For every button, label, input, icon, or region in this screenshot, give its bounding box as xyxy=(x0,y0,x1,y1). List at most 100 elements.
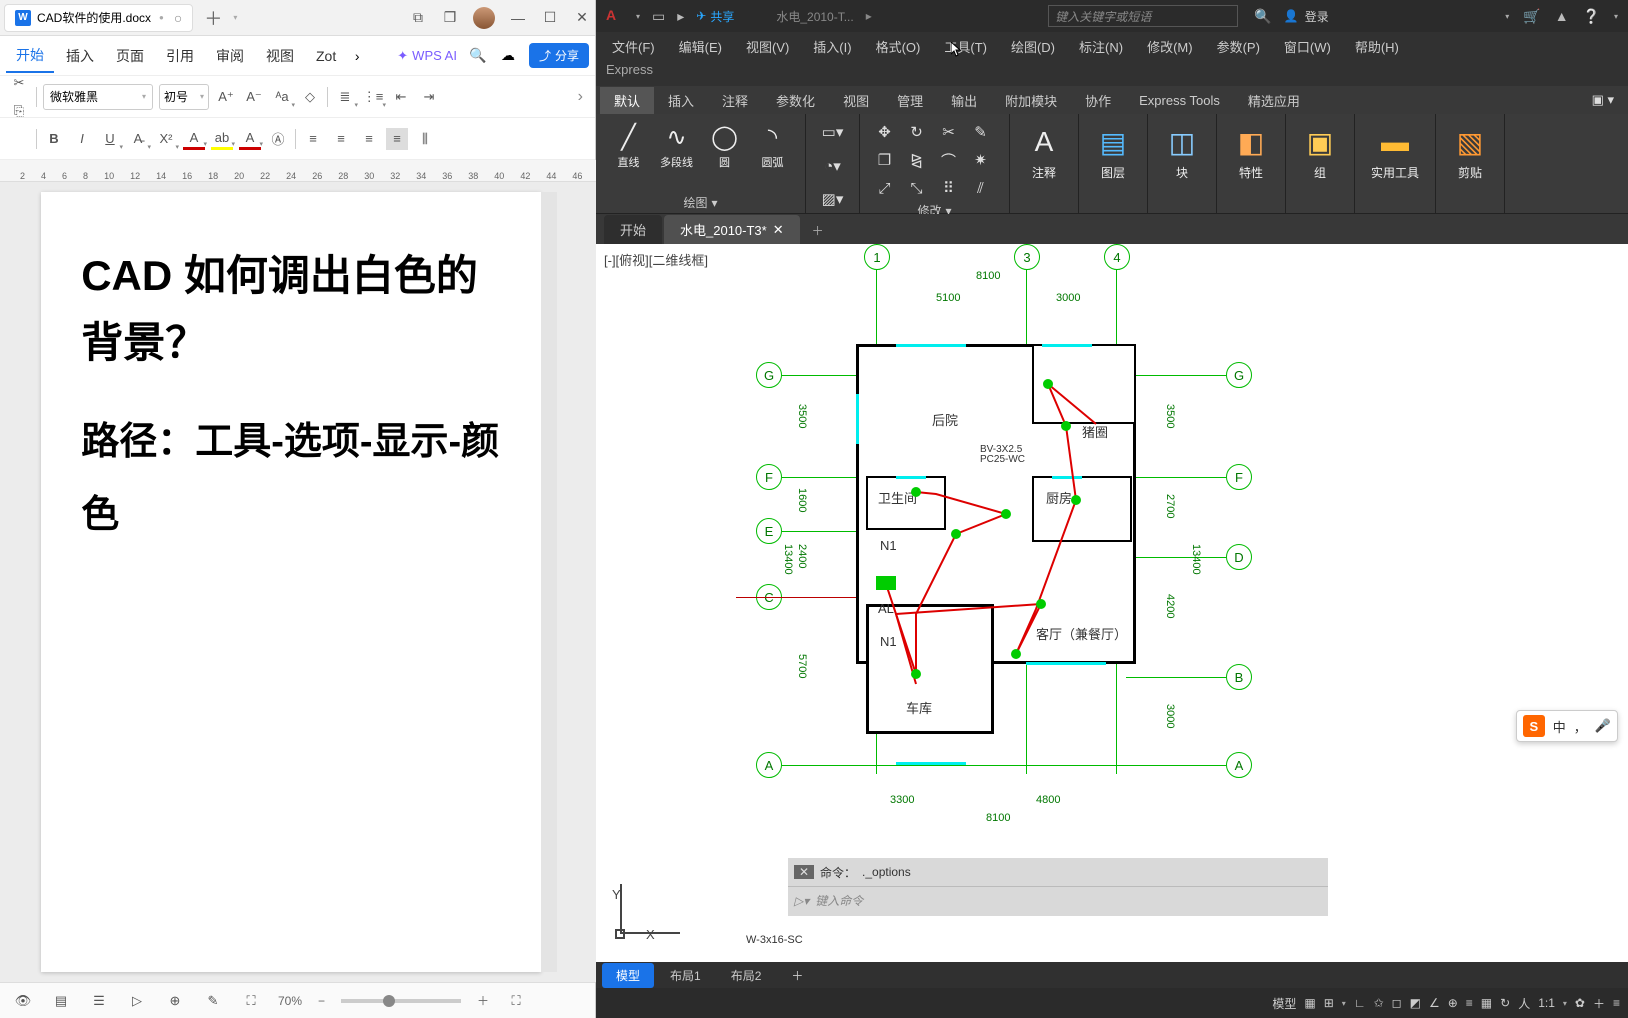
font-color-icon[interactable]: A xyxy=(183,128,205,150)
font-select[interactable]: 微软雅黑▾ xyxy=(43,84,153,110)
sb-gear-icon[interactable]: ✿ xyxy=(1575,996,1585,1010)
login-button[interactable]: 👤 登录 xyxy=(1284,8,1329,25)
superscript-icon[interactable]: X² xyxy=(155,128,177,150)
close-tab-icon[interactable]: ○ xyxy=(174,10,182,26)
wps-ai-button[interactable]: ✦ WPS AI xyxy=(397,48,457,64)
cart-icon[interactable]: 🛒 xyxy=(1523,8,1540,25)
trim-icon[interactable]: ✂ xyxy=(937,120,961,144)
cmd-chevron-icon[interactable]: ▷▾ xyxy=(794,894,809,908)
change-case-icon[interactable]: ᴬa xyxy=(271,86,293,108)
close-window-icon[interactable]: ✕ xyxy=(573,9,591,27)
ribbon-page[interactable]: 页面 xyxy=(106,40,154,72)
align-center-icon[interactable]: ≡ xyxy=(330,128,352,150)
copy-icon[interactable]: ⎘ xyxy=(8,100,30,122)
rtab-express[interactable]: Express Tools xyxy=(1125,89,1234,112)
sb-otrack-icon[interactable]: ∠ xyxy=(1429,996,1440,1010)
login-caret-icon[interactable]: ▾ xyxy=(1505,12,1509,21)
size-select[interactable]: 初号▾ xyxy=(159,84,209,110)
title-more-icon[interactable]: ▸ xyxy=(866,9,872,23)
bold-icon[interactable]: B xyxy=(43,128,65,150)
maximize-icon[interactable]: ☐ xyxy=(541,9,559,27)
ime-bar[interactable]: S 中 ， 🎤 xyxy=(1516,710,1618,742)
ribbon-ref[interactable]: 引用 xyxy=(156,40,204,72)
menu-file[interactable]: 文件(F) xyxy=(602,34,665,59)
rtab-manage[interactable]: 管理 xyxy=(883,87,937,114)
command-line[interactable]: ✕ 命令： ._options ▷▾ 键入命令 xyxy=(788,858,1328,916)
minimize-icon[interactable]: — xyxy=(509,9,527,27)
fillet-icon[interactable]: ⌒ xyxy=(937,148,961,172)
menu-insert[interactable]: 插入(I) xyxy=(803,34,861,59)
array-icon[interactable]: ⠿ xyxy=(937,176,961,200)
ribbon-view[interactable]: 视图 xyxy=(256,40,304,72)
tool-polyline[interactable]: ∿多段线 xyxy=(655,120,699,170)
menu-draw[interactable]: 绘图(D) xyxy=(1001,34,1065,59)
ribbon-review[interactable]: 审阅 xyxy=(206,40,254,72)
panel-props[interactable]: ◧特性 xyxy=(1225,120,1277,185)
sb-plus-icon[interactable]: ＋ xyxy=(1593,995,1605,1012)
readmode-icon[interactable]: ▤ xyxy=(50,990,72,1012)
scrollbar[interactable] xyxy=(541,192,557,972)
eye-icon[interactable]: 👁 xyxy=(12,990,34,1012)
explode-icon[interactable]: ✷ xyxy=(969,148,993,172)
rtab-param[interactable]: 参数化 xyxy=(762,87,829,114)
ribbon-zot[interactable]: Zot xyxy=(306,42,346,70)
cloud-icon[interactable]: ☁ xyxy=(499,47,517,65)
zoom-in-icon[interactable]: ＋ xyxy=(477,992,489,1009)
tool-circle[interactable]: ◯圆 xyxy=(703,120,747,170)
menu-window[interactable]: 窗口(W) xyxy=(1274,34,1341,59)
strike-icon[interactable]: A̵ xyxy=(127,128,149,150)
tab-model[interactable]: 模型 xyxy=(602,963,654,988)
document-page[interactable]: CAD 如何调出白色的背景？ 路径：工具-选项-显示-颜色 xyxy=(41,192,541,972)
viewport-label[interactable]: [-][俯视][二维线框] xyxy=(604,250,708,269)
outdent-icon[interactable]: ⇤ xyxy=(390,86,412,108)
tab-plus-icon[interactable]: ＋ xyxy=(777,963,817,988)
rtab-insert[interactable]: 插入 xyxy=(654,87,708,114)
underline-icon[interactable]: U xyxy=(99,128,121,150)
help-icon[interactable]: ❔ xyxy=(1583,8,1600,25)
panel-clip[interactable]: ▧剪贴 xyxy=(1444,120,1496,185)
fit-icon[interactable]: ⛶ xyxy=(240,990,262,1012)
ribbon-start[interactable]: 开始 xyxy=(6,39,54,73)
tab-layout1[interactable]: 布局1 xyxy=(656,963,715,988)
highlight-icon[interactable]: ab xyxy=(211,128,233,150)
hatch-icon[interactable]: ▨▾ xyxy=(821,187,845,211)
web-icon[interactable]: ⊕ xyxy=(164,990,186,1012)
offset-icon[interactable]: ⫽ xyxy=(969,176,993,200)
ribbon-more-icon[interactable]: › xyxy=(348,47,366,65)
align-justify-icon[interactable]: ≡ xyxy=(386,128,408,150)
cmd-close-icon[interactable]: ✕ xyxy=(794,865,814,879)
menu-param[interactable]: 参数(P) xyxy=(1207,34,1270,59)
panel-group[interactable]: ▣组 xyxy=(1294,120,1346,185)
ime-mic-icon[interactable]: 🎤 xyxy=(1595,718,1611,734)
ribbon-insert[interactable]: 插入 xyxy=(56,40,104,72)
sb-menu-icon[interactable]: ≡ xyxy=(1613,996,1620,1010)
app-menu-caret-icon[interactable]: ▾ xyxy=(636,12,640,21)
cut-icon[interactable]: ✂ xyxy=(8,72,30,94)
sb-ratio[interactable]: 1:1 xyxy=(1538,996,1555,1010)
dwg-tab-current[interactable]: 水电_2010-T3*✕ xyxy=(664,215,800,244)
tab-dropdown-icon[interactable]: ▾ xyxy=(233,13,237,22)
sb-polar-icon[interactable]: ✩ xyxy=(1374,996,1384,1010)
menu-help[interactable]: 帮助(H) xyxy=(1345,34,1409,59)
rotate-icon[interactable]: ↻ xyxy=(905,120,929,144)
new-tab-button[interactable]: ＋ xyxy=(199,4,227,32)
copy-tool-icon[interactable]: ❐ xyxy=(873,148,897,172)
ellipse-icon[interactable]: ◔▾ xyxy=(821,154,845,178)
scale-icon[interactable]: ⤡ xyxy=(905,176,929,200)
sb-cycle-icon[interactable]: ↻ xyxy=(1500,996,1510,1010)
move-icon[interactable]: ✥ xyxy=(873,120,897,144)
toolbar-more-icon[interactable]: › xyxy=(578,88,583,106)
sb-grid-icon[interactable]: ▦ xyxy=(1304,996,1315,1010)
sb-ortho-icon[interactable]: ∟ xyxy=(1354,996,1366,1010)
ime-punc[interactable]: ， xyxy=(1574,717,1587,736)
align-left-icon[interactable]: ≡ xyxy=(302,128,324,150)
rtab-default[interactable]: 默认 xyxy=(600,87,654,114)
rtab-output[interactable]: 输出 xyxy=(937,87,991,114)
zoom-slider[interactable] xyxy=(341,999,461,1003)
menu-modify[interactable]: 修改(M) xyxy=(1137,34,1203,59)
menu-dim[interactable]: 标注(N) xyxy=(1069,34,1133,59)
italic-icon[interactable]: I xyxy=(71,128,93,150)
menu-express[interactable]: Express xyxy=(596,60,1628,86)
dwg-tab-start[interactable]: 开始 xyxy=(604,215,662,244)
align-right-icon[interactable]: ≡ xyxy=(358,128,380,150)
